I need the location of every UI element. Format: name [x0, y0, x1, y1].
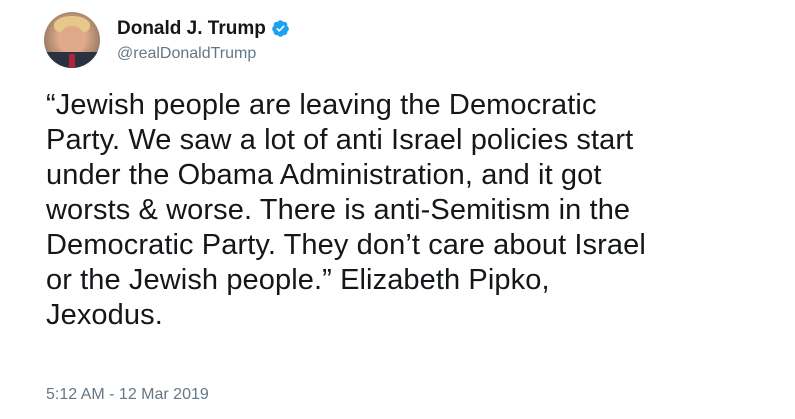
tweet-card: Donald J. Trump @realDonaldTrump “Jewish… — [0, 0, 795, 419]
author-handle[interactable]: @realDonaldTrump — [117, 44, 290, 64]
author-name-row: Donald J. Trump — [117, 17, 290, 41]
verified-badge-icon — [271, 19, 290, 38]
author-display-name[interactable]: Donald J. Trump — [117, 17, 266, 41]
avatar-tie — [69, 54, 75, 68]
avatar[interactable] — [44, 12, 100, 68]
tweet-header: Donald J. Trump @realDonaldTrump — [44, 12, 290, 68]
author-info: Donald J. Trump @realDonaldTrump — [117, 17, 290, 64]
tweet-timestamp[interactable]: 5:12 AM - 12 Mar 2019 — [46, 384, 209, 406]
tweet-text: “Jewish people are leaving the Democrati… — [46, 89, 646, 331]
